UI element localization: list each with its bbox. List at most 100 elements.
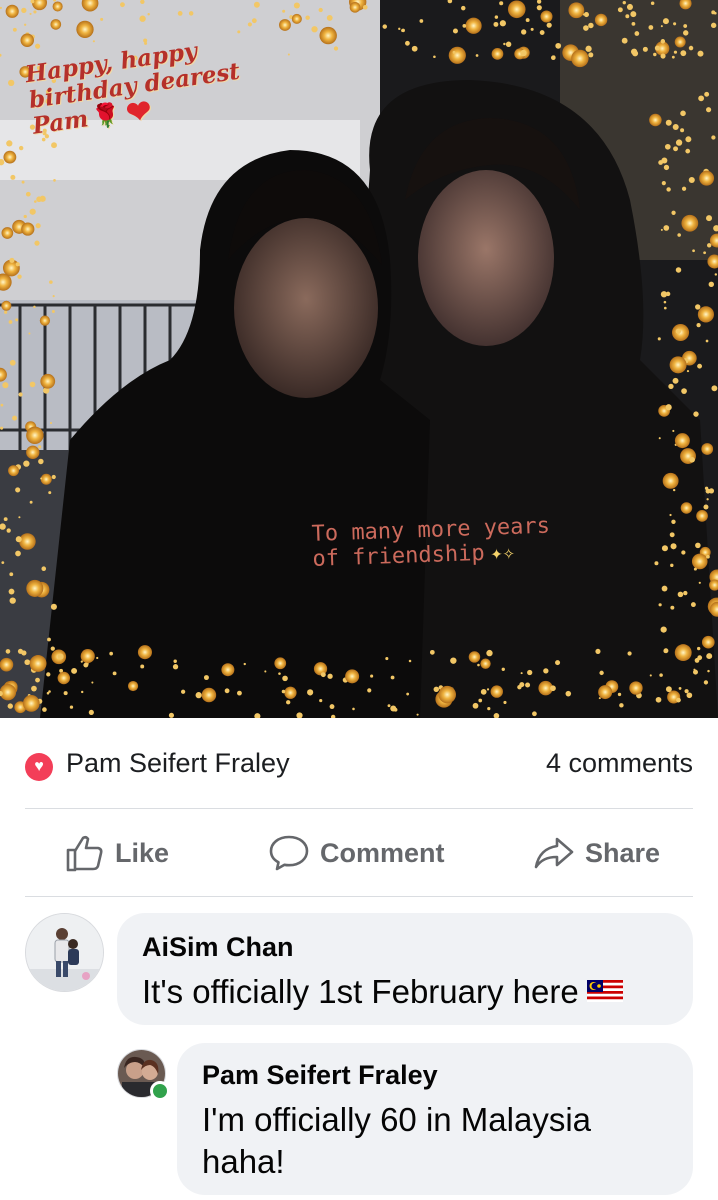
- glitter-dot: [10, 174, 16, 180]
- glitter-dot: [690, 602, 696, 608]
- glitter-dot: [12, 415, 18, 421]
- glitter-dot: [168, 712, 175, 718]
- glitter-dot: [539, 30, 545, 35]
- glitter-dot: [452, 28, 458, 34]
- reactor-name[interactable]: Pam Seifert Fraley: [66, 748, 290, 779]
- reactions-summary[interactable]: ♥ Pam Seifert Fraley 4 comments: [0, 720, 718, 808]
- comment-text-line: I'm officially 60 in Malaysia: [202, 1101, 592, 1138]
- glitter-dot: [274, 657, 287, 670]
- comment-bubble[interactable]: Pam Seifert Fraley I'm officially 60 in …: [177, 1043, 693, 1195]
- glitter-dot: [598, 697, 601, 700]
- glitter-dot: [685, 136, 692, 143]
- glitter-dot: [706, 554, 710, 559]
- glitter-dot: [536, 5, 542, 11]
- like-button[interactable]: Like: [65, 833, 169, 873]
- glitter-dot: [76, 20, 94, 39]
- glitter-dot: [31, 685, 37, 692]
- glitter-dot: [697, 306, 714, 323]
- glitter-dot: [243, 662, 246, 666]
- glitter-dot: [419, 19, 424, 23]
- glitter-dot: [706, 215, 713, 222]
- glitter-dot: [704, 91, 710, 97]
- glitter-dot: [520, 672, 523, 675]
- glitter-dot: [708, 488, 715, 494]
- comment-label: Comment: [320, 837, 445, 868]
- glitter-dot: [499, 1, 504, 6]
- glitter-dot: [57, 671, 71, 685]
- glitter-dot: [671, 210, 676, 215]
- comment-bubble[interactable]: AiSim Chan It's officially 1st February …: [117, 913, 693, 1025]
- glitter-dot: [701, 635, 715, 649]
- glitter-dot: [264, 670, 267, 673]
- glitter-dot: [390, 675, 395, 680]
- comment-author[interactable]: AiSim Chan: [142, 932, 294, 963]
- glitter-dot: [23, 214, 27, 219]
- glitter-dot: [520, 53, 524, 56]
- glitter-dot: [696, 322, 701, 328]
- glitter-dot: [710, 22, 717, 29]
- glitter-dot: [281, 689, 286, 694]
- post-photo[interactable]: Happy, happy birthday dearest Pam🌹❤ To m…: [0, 0, 718, 718]
- glitter-dot: [661, 181, 666, 186]
- glitter-dot: [555, 42, 562, 49]
- glitter-dot: [319, 26, 337, 45]
- glitter-dot: [311, 26, 318, 33]
- avatar[interactable]: [25, 913, 104, 992]
- glitter-dot: [247, 22, 252, 27]
- glitter-dot: [29, 655, 47, 672]
- glitter-dot: [703, 251, 707, 255]
- share-label: Share: [585, 837, 661, 868]
- glitter-dot: [92, 40, 95, 43]
- share-button[interactable]: Share: [533, 833, 660, 873]
- glitter-dot: [670, 543, 677, 550]
- glitter-dot: [1, 561, 5, 564]
- glitter-dot: [648, 25, 654, 30]
- glitter-dot: [180, 689, 186, 694]
- glitter-dot: [707, 669, 710, 673]
- glitter-dot: [50, 603, 57, 610]
- glitter-dot: [706, 498, 709, 501]
- glitter-dot: [677, 591, 684, 598]
- glitter-dot: [4, 310, 8, 314]
- glitter-dot: [480, 689, 487, 695]
- glitter-dot: [35, 677, 40, 683]
- comment-author[interactable]: Pam Seifert Fraley: [202, 1060, 438, 1091]
- glitter-dot: [662, 18, 669, 25]
- glitter-dot: [40, 477, 43, 480]
- glitter-dot: [29, 208, 36, 215]
- glitter-dot: [478, 698, 483, 703]
- glitter-dot: [525, 682, 531, 688]
- glitter-dot: [699, 170, 715, 186]
- comments-count-link[interactable]: 4 comments: [546, 748, 693, 779]
- glitter-dot: [683, 24, 688, 28]
- glitter-dot: [555, 660, 561, 666]
- glitter-dot: [680, 128, 685, 133]
- glitter-dot: [660, 39, 666, 44]
- glitter-dot: [24, 659, 31, 666]
- glitter-dot: [34, 240, 40, 246]
- glitter-dot: [398, 27, 401, 31]
- glitter-dot: [711, 385, 718, 392]
- glitter-dot: [6, 528, 11, 533]
- glitter-dot: [282, 675, 288, 682]
- glitter-dot: [486, 649, 493, 657]
- glitter-dot: [672, 488, 676, 492]
- glitter-dot: [692, 249, 695, 253]
- glitter-dot: [24, 23, 27, 26]
- glitter-dot: [649, 674, 652, 677]
- glitter-dot: [660, 228, 663, 231]
- glitter-dot: [47, 637, 51, 642]
- glitter-dot: [140, 664, 145, 669]
- glitter-dot: [21, 180, 25, 184]
- glitter-dot: [698, 95, 705, 102]
- glitter-dot: [546, 22, 552, 28]
- glitter-dot: [660, 626, 667, 633]
- glitter-dot: [680, 110, 686, 117]
- glitter-dot: [253, 1, 260, 8]
- glitter-dot: [41, 566, 47, 572]
- glitter-dot: [80, 649, 95, 664]
- glitter-dot: [29, 381, 36, 388]
- glitter-dot: [8, 79, 15, 87]
- comment-button[interactable]: Comment: [268, 833, 445, 873]
- glitter-dot: [305, 15, 310, 20]
